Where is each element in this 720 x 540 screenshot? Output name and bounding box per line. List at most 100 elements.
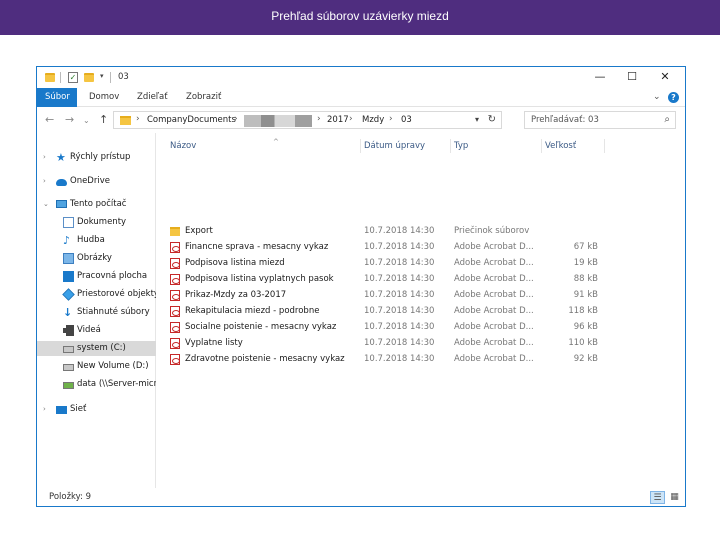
sidebar-item-3d-objects[interactable]: Priestorové objekty (37, 287, 156, 302)
sidebar-item-network[interactable]: › Sieť (37, 402, 156, 417)
file-row-export[interactable]: Export 10.7.2018 14:30 Priečinok súborov (157, 223, 685, 239)
tab-file[interactable]: Súbor (37, 88, 77, 107)
file-row[interactable]: Zdravotne poistenie - mesacny vykaz 10.7… (157, 351, 685, 367)
file-type: Adobe Acrobat D... (454, 290, 534, 300)
pdf-file-icon (170, 290, 180, 301)
breadcrumb-separator: › (389, 114, 393, 124)
pdf-file-icon (170, 242, 180, 253)
sidebar-item-label: Tento počítač (70, 199, 127, 209)
large-icons-view-icon[interactable]: ▦ (667, 491, 682, 504)
breadcrumb-separator: › (317, 114, 321, 124)
breadcrumb-03[interactable]: 03 (401, 115, 412, 125)
toolbar-divider (110, 72, 111, 83)
file-row[interactable]: Podpisova listina miezd 10.7.2018 14:30 … (157, 255, 685, 271)
properties-icon[interactable]: ✓ (68, 72, 78, 83)
file-name: Prikaz-Mzdy za 03-2017 (185, 290, 287, 300)
tab-home[interactable]: Domov (81, 88, 127, 107)
new-folder-icon[interactable] (84, 73, 94, 82)
details-view-icon[interactable]: ☰ (650, 491, 665, 504)
column-header-date[interactable]: Dátum úpravy (364, 141, 425, 151)
pictures-icon (63, 253, 74, 264)
search-box[interactable]: Prehľadávať: 03 ⌕ (524, 111, 676, 129)
file-date: 10.7.2018 14:30 (364, 338, 435, 348)
status-bar: Položky: 9 ☰ ▦ (37, 488, 685, 506)
sidebar-item-label: New Volume (D:) (77, 361, 149, 371)
file-row[interactable]: Socialne poistenie - mesacny vykaz 10.7.… (157, 319, 685, 335)
chevron-right-icon[interactable]: › (43, 174, 46, 189)
redacted-path-segment (244, 115, 312, 127)
column-header-type[interactable]: Typ (454, 141, 468, 151)
breadcrumb-company-documents[interactable]: CompanyDocuments (147, 115, 236, 125)
file-name: Zdravotne poistenie - mesacny vykaz (185, 354, 345, 364)
file-type: Adobe Acrobat D... (454, 322, 534, 332)
file-name: Podpisova listina vyplatnych pasok (185, 274, 334, 284)
forward-button[interactable]: → (65, 114, 74, 125)
expand-ribbon-icon[interactable]: ⌄ (653, 92, 661, 102)
sidebar-item-quick-access[interactable]: › ★ Rýchly prístup (37, 150, 156, 165)
sort-ascending-icon: ^ (273, 138, 279, 146)
column-divider[interactable] (604, 139, 605, 153)
address-bar[interactable]: › CompanyDocuments › › 2017 › Mzdy › 03 … (113, 111, 502, 129)
drive-icon (63, 364, 74, 371)
file-row[interactable]: Vyplatne listy 10.7.2018 14:30 Adobe Acr… (157, 335, 685, 351)
sidebar-item-this-pc[interactable]: ⌄ Tento počítač (37, 197, 156, 212)
column-header-name[interactable]: ^ Názov (170, 138, 279, 151)
file-row[interactable]: Rekapitulacia miezd - podrobne 10.7.2018… (157, 303, 685, 319)
tab-view[interactable]: Zobraziť (178, 88, 229, 107)
up-button[interactable]: ↑ (99, 114, 108, 125)
sidebar-item-pictures[interactable]: Obrázky (37, 251, 156, 266)
toolbar-divider (60, 72, 61, 83)
file-name: Export (185, 226, 213, 236)
sidebar-item-music[interactable]: ♪ Hudba (37, 233, 156, 248)
file-type: Adobe Acrobat D... (454, 274, 534, 284)
sidebar-item-videos[interactable]: Videá (37, 323, 156, 338)
column-divider[interactable] (541, 139, 542, 153)
chevron-down-icon[interactable]: ⌄ (43, 197, 49, 212)
breadcrumb-separator: › (349, 114, 353, 124)
sidebar-item-documents[interactable]: Dokumenty (37, 215, 156, 230)
refresh-icon[interactable]: ↻ (488, 114, 496, 125)
sidebar-item-onedrive[interactable]: › OneDrive (37, 174, 156, 189)
file-date: 10.7.2018 14:30 (364, 258, 435, 268)
breadcrumb-2017[interactable]: 2017 (327, 115, 349, 125)
documents-icon (63, 217, 74, 228)
breadcrumb-separator: › (136, 114, 140, 124)
folder-icon (120, 116, 131, 125)
file-name: Socialne poistenie - mesacny vykaz (185, 322, 337, 332)
maximize-button[interactable]: ☐ (625, 70, 639, 84)
file-row[interactable]: Financne sprava - mesacny vykaz 10.7.201… (157, 239, 685, 255)
minimize-button[interactable]: — (593, 70, 607, 84)
file-size: 67 kB (573, 242, 598, 252)
search-input[interactable]: Prehľadávať: 03 (531, 115, 599, 125)
column-divider[interactable] (450, 139, 451, 153)
sidebar-item-system-c[interactable]: system (C:) (37, 341, 156, 356)
breadcrumb-mzdy[interactable]: Mzdy (362, 115, 384, 125)
sidebar-item-label: system (C:) (77, 343, 126, 353)
help-icon[interactable]: ? (668, 92, 679, 103)
file-date: 10.7.2018 14:30 (364, 274, 435, 284)
file-row[interactable]: Prikaz-Mzdy za 03-2017 10.7.2018 14:30 A… (157, 287, 685, 303)
sidebar-item-new-volume-d[interactable]: New Volume (D:) (37, 359, 156, 374)
close-button[interactable]: ✕ (658, 70, 672, 84)
onedrive-cloud-icon (56, 179, 67, 186)
sidebar-item-downloads[interactable]: ↓ Stiahnuté súbory (37, 305, 156, 320)
chevron-right-icon[interactable]: › (43, 402, 46, 417)
sidebar-item-data-server[interactable]: data (\\Server-micro (37, 377, 156, 392)
file-row[interactable]: Podpisova listina vyplatnych pasok 10.7.… (157, 271, 685, 287)
file-size: 88 kB (573, 274, 598, 284)
file-name: Vyplatne listy (185, 338, 243, 348)
sidebar-item-label: OneDrive (70, 176, 110, 186)
column-divider[interactable] (360, 139, 361, 153)
sidebar-item-desktop[interactable]: Pracovná plocha (37, 269, 156, 284)
downloads-icon: ↓ (63, 306, 73, 319)
address-dropdown-icon[interactable]: ▾ (475, 115, 479, 124)
customize-toolbar-icon[interactable]: ▾ (100, 72, 104, 80)
column-header-size[interactable]: Veľkosť (545, 141, 576, 151)
recent-locations-button[interactable]: ⌄ (83, 115, 90, 126)
back-button[interactable]: ← (45, 114, 54, 125)
tab-share[interactable]: Zdieľať (129, 88, 176, 107)
chevron-right-icon[interactable]: › (43, 150, 46, 165)
file-size: 91 kB (573, 290, 598, 300)
pdf-file-icon (170, 258, 180, 269)
search-icon[interactable]: ⌕ (664, 114, 670, 125)
